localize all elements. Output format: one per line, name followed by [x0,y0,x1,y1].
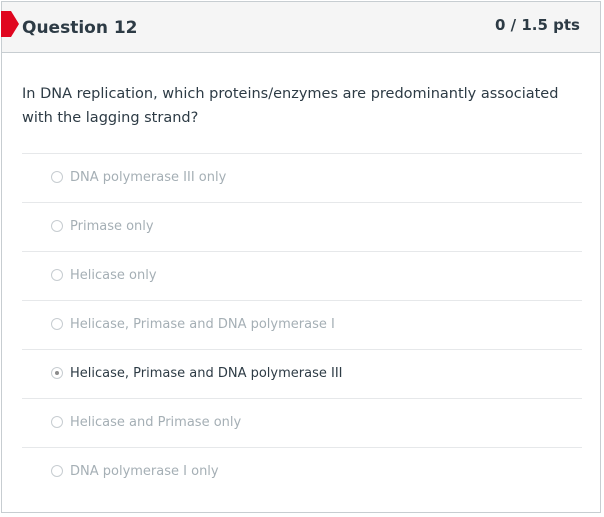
question-points: 0 / 1.5 pts [495,16,580,34]
answer-option-5[interactable]: Helicase, Primase and DNA polymerase III [22,349,582,398]
answer-option-1[interactable]: DNA polymerase III only [22,153,582,202]
radio-button[interactable] [51,171,63,183]
quiz-question: Question 12 0 / 1.5 pts In DNA replicati… [1,1,601,513]
answer-option-3[interactable]: Helicase only [22,251,582,300]
answer-option-2[interactable]: Primase only [22,202,582,251]
answer-label: Helicase only [70,268,157,283]
radio-button[interactable] [51,465,63,477]
answer-label: Helicase and Primase only [70,415,242,430]
question-title: Question 12 [22,18,138,38]
answer-option-7[interactable]: DNA polymerase I only [22,447,582,496]
answer-list: DNA polymerase III only Primase only Hel… [22,153,582,496]
answer-option-6[interactable]: Helicase and Primase only [22,398,582,447]
radio-button[interactable] [51,220,63,232]
question-header: Question 12 0 / 1.5 pts [1,2,600,53]
answer-label: Primase only [70,219,154,234]
answer-label: DNA polymerase I only [70,464,219,479]
radio-button[interactable] [51,269,63,281]
answer-label: Helicase, Primase and DNA polymerase III [70,366,343,381]
answer-label: DNA polymerase III only [70,170,227,185]
radio-button[interactable] [51,416,63,428]
radio-button[interactable] [51,318,63,330]
answer-option-4[interactable]: Helicase, Primase and DNA polymerase I [22,300,582,349]
answer-label: Helicase, Primase and DNA polymerase I [70,317,335,332]
radio-button[interactable] [51,367,63,379]
question-text: In DNA replication, which proteins/enzym… [22,86,559,126]
